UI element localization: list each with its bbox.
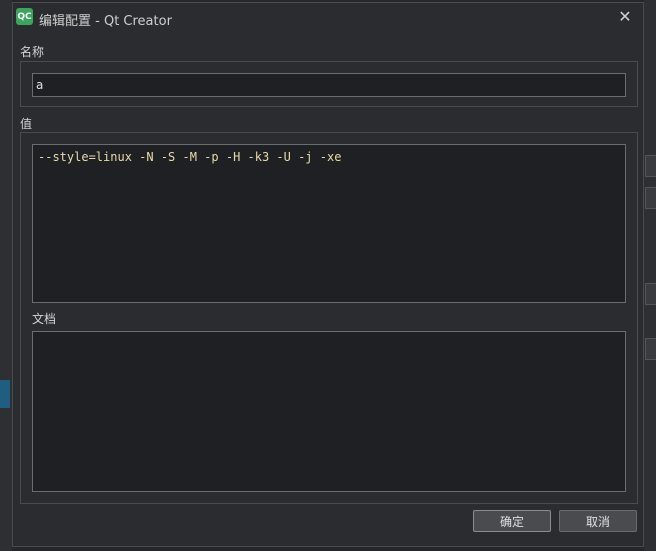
doc-label: 文档 xyxy=(32,312,57,326)
background-right-strip xyxy=(644,0,656,551)
background-button-fragment xyxy=(645,338,656,360)
background-left-strip xyxy=(0,0,12,551)
ok-button[interactable]: 确定 xyxy=(473,510,551,532)
dialog-title: 编辑配置 - Qt Creator xyxy=(39,14,172,29)
edit-config-dialog: QC 编辑配置 - Qt Creator ✕ 名称 值 --style=linu… xyxy=(12,2,644,547)
title-bar: QC 编辑配置 - Qt Creator ✕ xyxy=(13,3,643,33)
name-input[interactable] xyxy=(32,73,626,97)
value-label: 值 xyxy=(20,117,33,131)
background-button-fragment xyxy=(645,283,656,305)
close-icon[interactable]: ✕ xyxy=(615,7,635,27)
qt-creator-icon: QC xyxy=(16,8,33,25)
background-selected-item xyxy=(0,380,10,408)
cancel-button[interactable]: 取消 xyxy=(559,510,637,532)
value-editor[interactable]: --style=linux -N -S -M -p -H -k3 -U -j -… xyxy=(32,144,626,303)
name-label: 名称 xyxy=(20,45,45,59)
background-button-fragment xyxy=(645,187,656,209)
doc-editor[interactable] xyxy=(32,331,626,492)
background-button-fragment xyxy=(645,155,656,177)
